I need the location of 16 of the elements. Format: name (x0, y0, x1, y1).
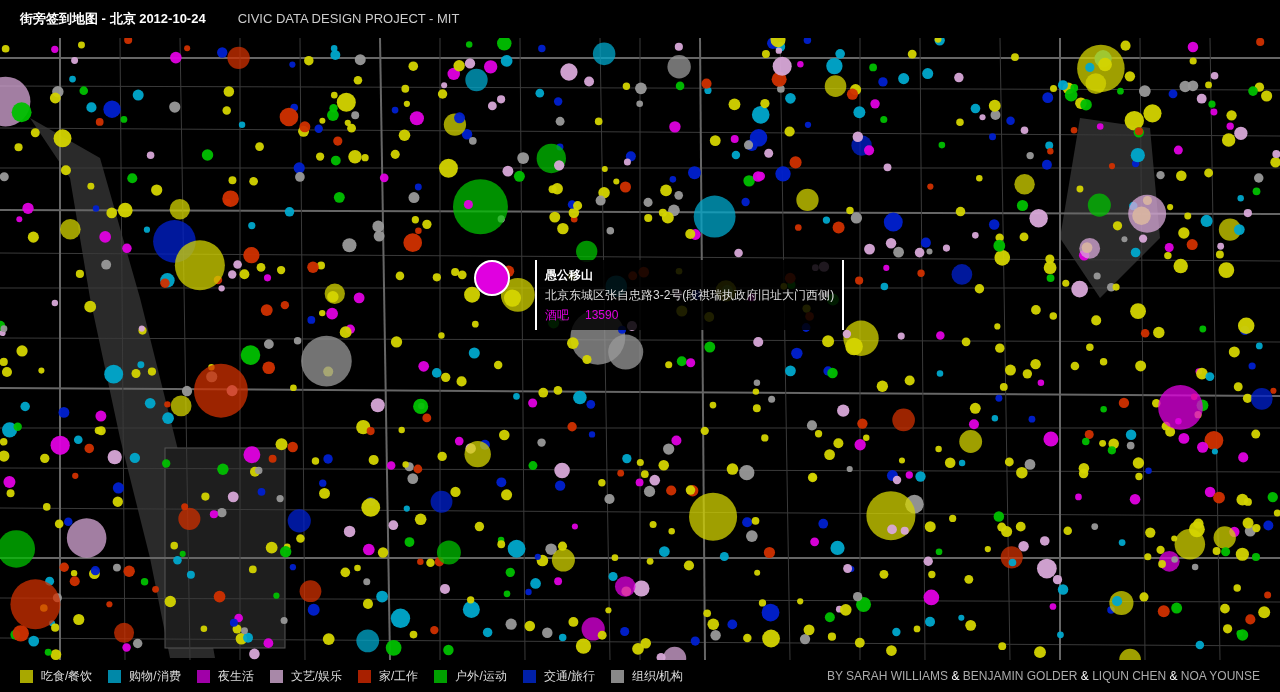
legend-label: 购物/消费 (129, 668, 181, 685)
place-category: 酒吧 (545, 307, 569, 324)
legend-label: 家/工作 (379, 668, 419, 685)
credits-text: BY SARAH WILLIAMS & BENJAMIN GOLDER & LIQUN CHEN & NOA YOUNSE (826, 668, 1260, 685)
legend-label: 交通/旅行 (543, 668, 596, 685)
legend-label: 夜生活 (217, 668, 254, 685)
map-title: 街旁签到地图 - 北京 2012-10-24 (20, 10, 206, 29)
legend-label: 吃食/餐饮 (41, 668, 93, 685)
legend-label: 文艺/娱乐 (290, 668, 343, 685)
place-address: 北京东城区张自忠路3-2号(段祺瑞执政府旧址大门西侧) (545, 287, 835, 304)
checkin-count: 13590 (585, 307, 619, 324)
project-subtitle: CIVIC DATA DESIGN PROJECT - MIT (237, 10, 460, 29)
legend-label: 组织/机构 (632, 668, 684, 685)
legend-label: 户外/运动 (455, 668, 507, 685)
place-name: 愚公移山 (545, 267, 594, 284)
location-marker[interactable] (474, 260, 510, 296)
